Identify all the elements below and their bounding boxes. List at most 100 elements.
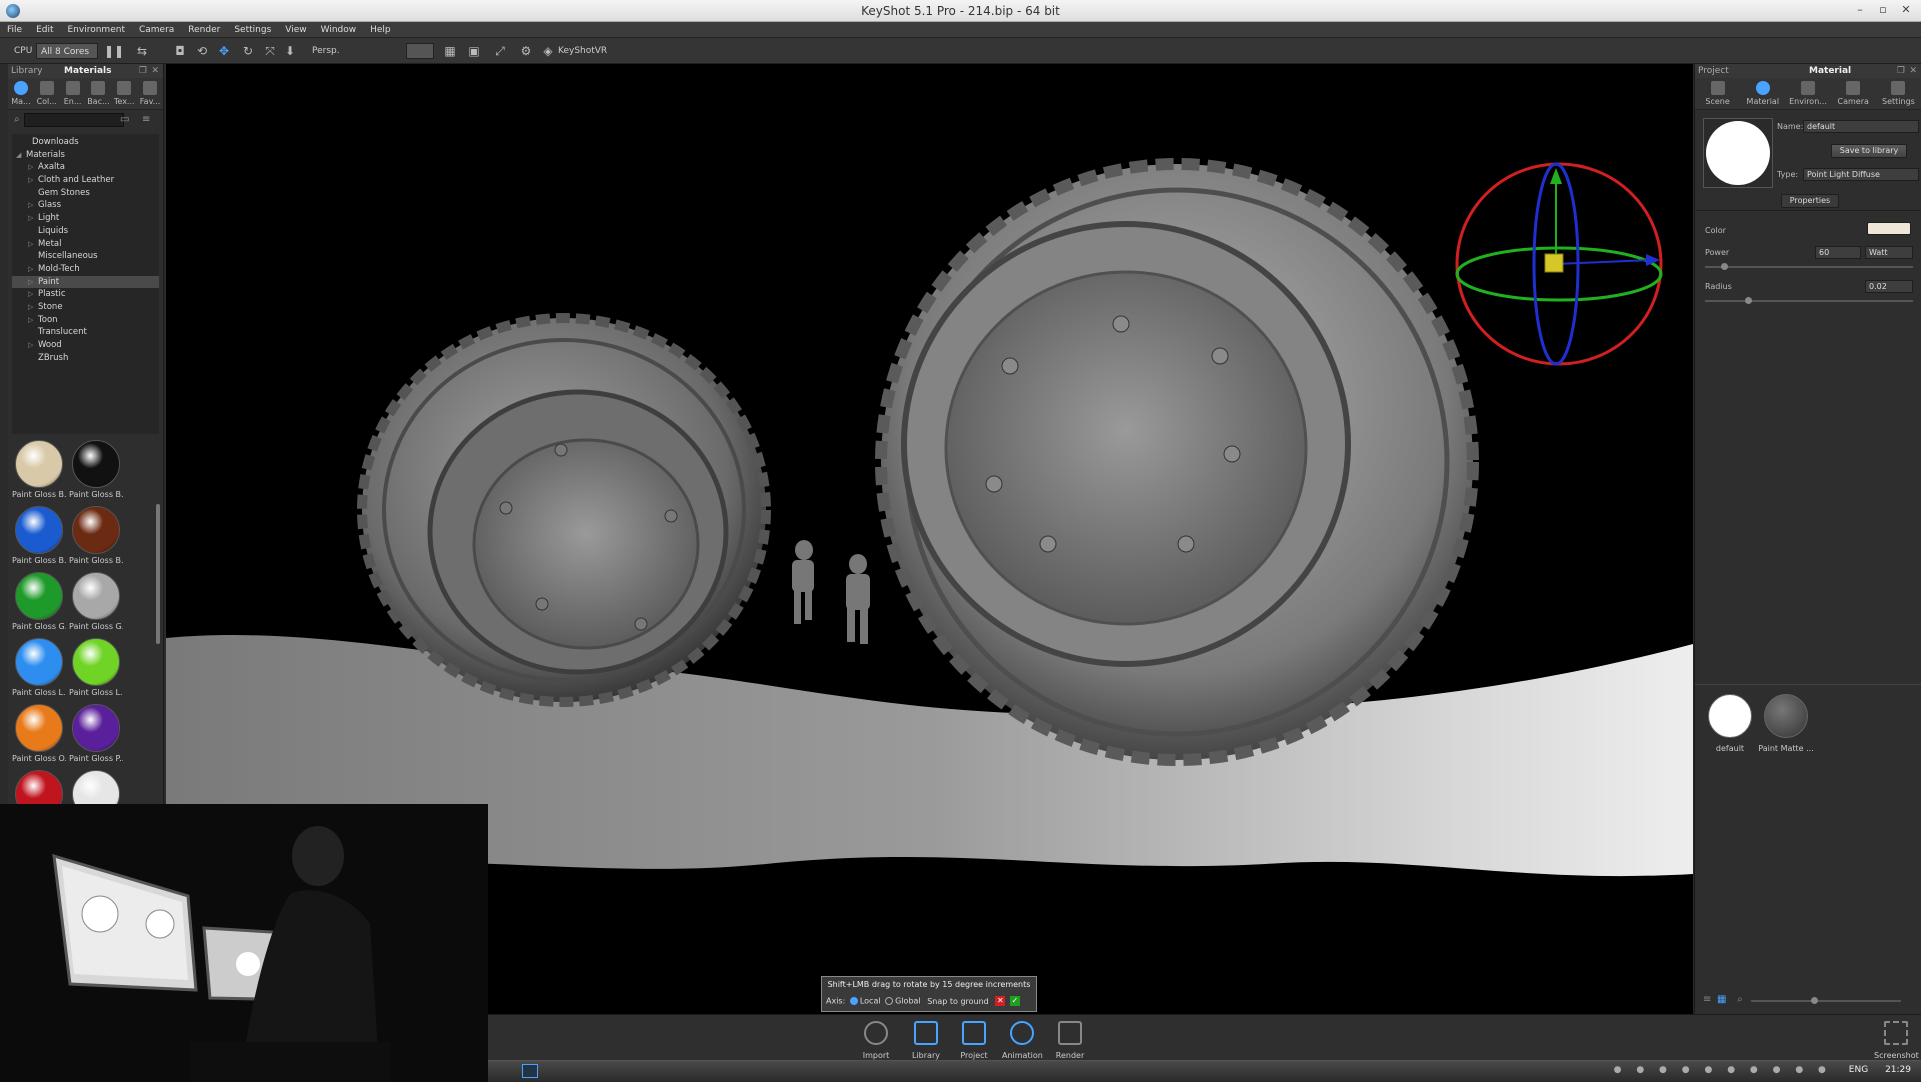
tree-item[interactable]: ▷ Toon bbox=[12, 314, 159, 327]
tree-expand-arrow-icon[interactable]: ▷ bbox=[28, 263, 38, 276]
keyshotvr-label[interactable]: KeyShotVR bbox=[558, 43, 607, 59]
tab-colors[interactable]: Col... bbox=[34, 78, 60, 109]
zoom-icon[interactable]: ⌕ bbox=[1737, 994, 1743, 1005]
power-slider[interactable] bbox=[1705, 263, 1913, 270]
close-window-button[interactable]: ✕ bbox=[1895, 2, 1917, 18]
menu-help[interactable]: Help bbox=[363, 22, 398, 38]
grid-icon[interactable]: ▦ bbox=[442, 43, 458, 59]
material-thumbnail[interactable] bbox=[69, 770, 123, 805]
save-to-library-button[interactable]: Save to library bbox=[1831, 144, 1907, 158]
menu-file[interactable]: File bbox=[0, 22, 29, 38]
dock-project[interactable]: Project bbox=[954, 1021, 994, 1060]
material-thumbnail[interactable]: Paint Gloss B... bbox=[12, 440, 66, 504]
list-view-icon[interactable]: ≡ bbox=[142, 114, 150, 125]
tree-expand-arrow-icon[interactable]: ▷ bbox=[28, 238, 38, 251]
menu-render[interactable]: Render bbox=[181, 22, 227, 38]
tab-textures[interactable]: Tex... bbox=[111, 78, 137, 109]
tree-item[interactable]: ▷ Metal bbox=[12, 238, 159, 251]
tree-item[interactable]: ▷ Stone bbox=[12, 301, 159, 314]
tab-materials[interactable]: Ma... bbox=[8, 78, 34, 109]
radius-input[interactable]: 0.02 bbox=[1865, 280, 1913, 293]
tree-expand-arrow-icon[interactable]: ▷ bbox=[28, 174, 38, 187]
minimize-button[interactable]: – bbox=[1849, 2, 1871, 18]
material-thumbnail[interactable]: Paint Gloss G... bbox=[12, 572, 66, 636]
material-thumbnail[interactable]: Paint Gloss P... bbox=[69, 704, 123, 768]
projection-label[interactable]: Persp. bbox=[312, 43, 340, 59]
maximize-button[interactable]: ▫ bbox=[1872, 2, 1894, 18]
material-thumbnail[interactable]: Paint Gloss B... bbox=[69, 506, 123, 570]
download-icon[interactable]: ⬇ bbox=[282, 43, 298, 59]
thumbnail-size-knob[interactable] bbox=[1811, 997, 1818, 1004]
tree-item[interactable]: ▷ Plastic bbox=[12, 288, 159, 301]
language-indicator[interactable]: ENG bbox=[1849, 1065, 1868, 1075]
tree-expand-arrow-icon[interactable]: ▷ bbox=[28, 161, 38, 174]
material-thumbnail[interactable]: Paint Gloss L... bbox=[12, 638, 66, 702]
dock-animation[interactable]: Animation bbox=[1002, 1021, 1043, 1060]
material-type-select[interactable]: Point Light Diffuse bbox=[1803, 168, 1919, 181]
menu-settings[interactable]: Settings bbox=[227, 22, 278, 38]
material-thumbnail[interactable]: Paint Gloss O... bbox=[12, 704, 66, 768]
tree-item[interactable]: Gem Stones bbox=[12, 187, 159, 200]
transform-gizmo[interactable] bbox=[1455, 162, 1663, 366]
thumbnail-scrollbar[interactable] bbox=[156, 504, 160, 644]
swatch-default[interactable]: default bbox=[1705, 694, 1755, 764]
material-thumbnail[interactable]: Paint Gloss G... bbox=[69, 572, 123, 636]
cpu-cores-select[interactable]: All 8 Cores bbox=[36, 43, 98, 59]
tree-item[interactable]: Translucent bbox=[12, 326, 159, 339]
tab-scene[interactable]: Scene bbox=[1695, 78, 1740, 109]
cancel-icon[interactable]: ✕ bbox=[995, 996, 1006, 1006]
tree-expand-arrow-icon[interactable]: ▷ bbox=[28, 339, 38, 352]
tumble-icon[interactable]: ⟲ bbox=[194, 43, 210, 59]
material-thumbnail[interactable] bbox=[12, 770, 66, 805]
color-swatch[interactable] bbox=[1867, 222, 1911, 235]
menu-view[interactable]: View bbox=[278, 22, 313, 38]
tree-expand-arrow-icon[interactable]: ◢ bbox=[16, 149, 26, 162]
snap-to-ground-button[interactable]: Snap to ground bbox=[927, 997, 989, 1006]
tree-item[interactable]: Liquids bbox=[12, 225, 159, 238]
taskbar-app-icon[interactable] bbox=[522, 1064, 538, 1078]
float-icon[interactable]: ❐ bbox=[139, 64, 147, 78]
tree-expand-arrow-icon[interactable]: ▷ bbox=[28, 199, 38, 212]
tree-item[interactable]: ▷ Light bbox=[12, 212, 159, 225]
power-input[interactable]: 60 bbox=[1815, 246, 1861, 259]
dock-screenshot[interactable]: Screenshot bbox=[1874, 1021, 1919, 1060]
tab-backplates[interactable]: Bac... bbox=[85, 78, 111, 109]
tree-item[interactable]: ▷ Paint bbox=[12, 275, 159, 289]
grid-view-icon[interactable]: ▦ bbox=[1717, 994, 1726, 1005]
confirm-icon[interactable]: ✓ bbox=[1009, 996, 1020, 1006]
material-thumbnail[interactable]: Paint Gloss B... bbox=[69, 440, 123, 504]
library-search-input[interactable] bbox=[24, 113, 124, 127]
material-name-input[interactable]: default bbox=[1803, 120, 1919, 133]
global-radio[interactable] bbox=[885, 997, 894, 1005]
material-thumbnail[interactable]: Paint Gloss B... bbox=[12, 506, 66, 570]
pan-icon[interactable]: ✥ bbox=[216, 43, 232, 59]
power-slider-knob[interactable] bbox=[1721, 263, 1728, 270]
tree-expand-arrow-icon[interactable]: ▷ bbox=[28, 301, 38, 314]
material-thumbnail[interactable]: Paint Gloss L... bbox=[69, 638, 123, 702]
dock-library[interactable]: Library bbox=[906, 1021, 946, 1060]
dock-import[interactable]: Import bbox=[856, 1021, 896, 1060]
tab-favorites[interactable]: Fav... bbox=[137, 78, 163, 109]
tree-item[interactable]: ▷ Wood bbox=[12, 339, 159, 352]
radius-slider-knob[interactable] bbox=[1745, 297, 1752, 304]
dock-render[interactable]: Render bbox=[1050, 1021, 1090, 1060]
menu-edit[interactable]: Edit bbox=[29, 22, 60, 38]
expand-icon[interactable]: ⤢ bbox=[492, 43, 508, 59]
folder-icon[interactable]: ▭ bbox=[120, 114, 129, 125]
performance-mode-icon[interactable]: ⇆ bbox=[134, 43, 150, 59]
tree-expand-arrow-icon[interactable]: ▷ bbox=[28, 314, 38, 327]
settings-cog-icon[interactable]: ⚙ bbox=[518, 43, 534, 59]
tab-material[interactable]: Material bbox=[1740, 78, 1785, 109]
radius-slider[interactable] bbox=[1705, 297, 1913, 304]
menu-window[interactable]: Window bbox=[314, 22, 364, 38]
tree-item[interactable]: ZBrush bbox=[12, 352, 159, 365]
tree-item[interactable]: Miscellaneous bbox=[12, 250, 159, 263]
menu-environment[interactable]: Environment bbox=[61, 22, 132, 38]
tree-item[interactable]: ◢ Materials bbox=[12, 149, 159, 162]
swatch-paint-matte[interactable]: Paint Matte ... bbox=[1757, 694, 1815, 764]
keyshotvr-icon[interactable]: ◈ bbox=[540, 43, 556, 59]
tab-camera[interactable]: Camera bbox=[1831, 78, 1876, 109]
menu-camera[interactable]: Camera bbox=[132, 22, 181, 38]
pause-icon[interactable]: ❚❚ bbox=[104, 43, 124, 59]
tree-item[interactable]: ▷ Cloth and Leather bbox=[12, 174, 159, 187]
